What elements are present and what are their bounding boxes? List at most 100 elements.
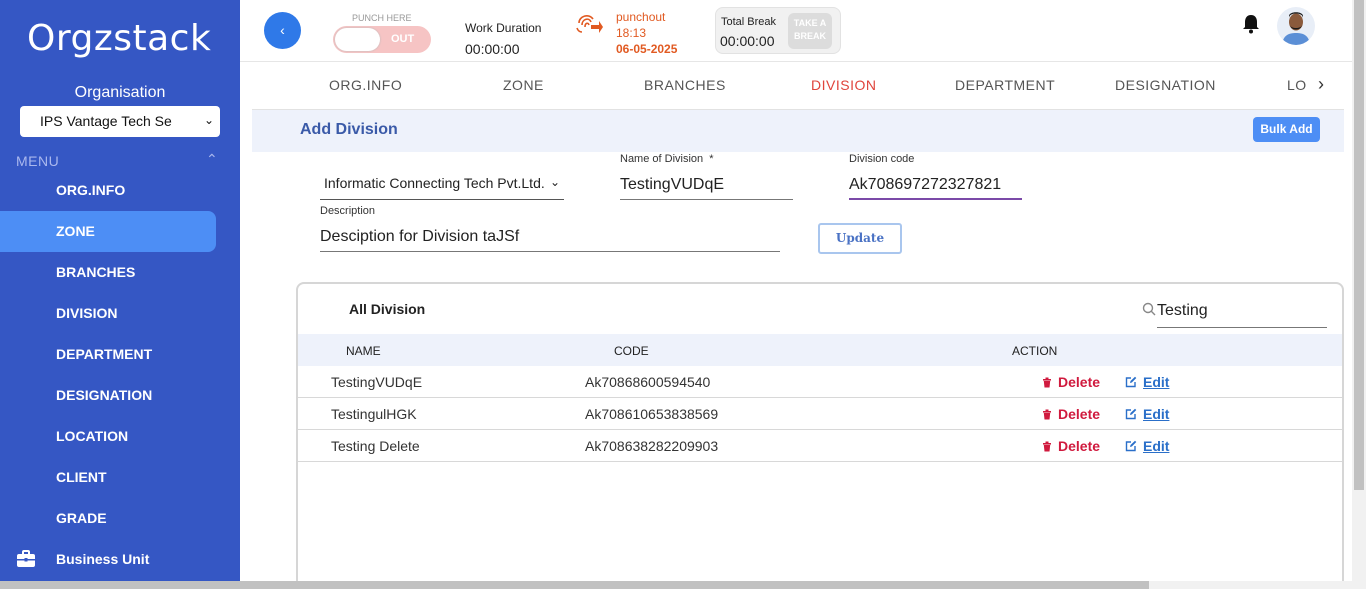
- edit-button[interactable]: Edit: [1125, 438, 1169, 454]
- organisation-select[interactable]: IPS Vantage Tech Se ⌄: [20, 106, 220, 137]
- table-header: NAME CODE ACTION: [298, 334, 1342, 366]
- sidebar-item-label: DIVISION: [56, 305, 118, 321]
- toggle-knob: [335, 28, 380, 51]
- horizontal-scrollbar[interactable]: [0, 581, 1352, 589]
- vertical-scrollbar-thumb[interactable]: [1354, 0, 1364, 490]
- table-row: TestingulHGK Ak708610653838569 Delete Ed…: [298, 398, 1342, 430]
- division-name-label: Name of Division *: [620, 153, 714, 165]
- take-break-button[interactable]: TAKE A BREAK: [788, 13, 832, 49]
- update-button[interactable]: Update: [818, 223, 902, 254]
- punchout-label: punchout: [616, 10, 666, 24]
- row-code: Ak70868600594540: [585, 374, 711, 390]
- sidebar-item-location[interactable]: LOCATION: [0, 416, 216, 457]
- add-division-header: Add Division Bulk Add: [252, 110, 1344, 152]
- organisation-select-value: IPS Vantage Tech Se: [40, 113, 172, 129]
- punchout-time: 18:13: [616, 26, 647, 40]
- trash-icon: [1043, 377, 1051, 388]
- sidebar-item-division[interactable]: DIVISION: [0, 293, 216, 334]
- delete-label: Delete: [1058, 374, 1101, 390]
- sidebar-item-zone[interactable]: ZONE: [0, 211, 216, 252]
- sidebar-item-department[interactable]: DEPARTMENT: [0, 334, 216, 375]
- search-input[interactable]: Testing: [1157, 300, 1327, 328]
- trash-icon: [1043, 409, 1051, 420]
- division-code-label: Division code: [849, 153, 915, 165]
- chevron-down-icon: ⌄: [549, 175, 560, 189]
- table-title: All Division: [349, 301, 426, 317]
- sidebar-item-client[interactable]: CLIENT: [0, 457, 216, 498]
- description-input[interactable]: Desciption for Division taJSf: [320, 224, 780, 252]
- sidebar-item-org-info[interactable]: ORG.INFO: [0, 170, 216, 211]
- division-table-card: All Division Testing NAME CODE ACTION Te…: [296, 282, 1344, 589]
- edit-icon: [1125, 408, 1137, 420]
- edit-label: Edit: [1143, 438, 1170, 454]
- take-break-line2: BREAK: [793, 31, 826, 41]
- edit-icon: [1125, 440, 1137, 452]
- take-break-line1: TAKE A: [793, 18, 827, 28]
- tab-location[interactable]: LO: [1287, 77, 1307, 93]
- edit-label: Edit: [1143, 406, 1170, 422]
- tab-division[interactable]: DIVISION: [811, 77, 876, 93]
- total-break-value: 00:00:00: [720, 33, 775, 49]
- fingerprint-icon: [576, 14, 603, 33]
- sidebar-item-grade[interactable]: GRADE: [0, 498, 216, 539]
- sidebar-item-label: ZONE: [56, 223, 95, 239]
- chevron-right-icon[interactable]: ›: [1318, 74, 1324, 95]
- division-name-input[interactable]: TestingVUDqE: [620, 172, 793, 200]
- delete-button[interactable]: Delete: [1042, 406, 1100, 422]
- row-name: TestingVUDqE: [331, 374, 423, 390]
- row-name: TestingulHGK: [331, 406, 417, 422]
- column-header-name: NAME: [346, 344, 381, 358]
- edit-label: Edit: [1143, 374, 1170, 390]
- sidebar-item-designation[interactable]: DESIGNATION: [0, 375, 216, 416]
- tab-designation[interactable]: DESIGNATION: [1115, 77, 1216, 93]
- edit-button[interactable]: Edit: [1125, 406, 1169, 422]
- required-asterisk: *: [709, 153, 714, 165]
- edit-icon: [1125, 376, 1137, 388]
- division-code-input[interactable]: Ak70869727232782​1: [849, 172, 1022, 200]
- page-title: Add Division: [300, 121, 398, 138]
- table-row: TestingVUDqE Ak70868600594540 Delete Edi…: [298, 366, 1342, 398]
- division-name-label-text: Name of Division: [620, 153, 704, 165]
- column-header-code: CODE: [614, 344, 649, 358]
- vertical-scrollbar[interactable]: [1352, 0, 1366, 589]
- row-code: Ak708638282209903: [585, 438, 719, 454]
- sidebar-item-label: DEPARTMENT: [56, 346, 153, 362]
- horizontal-scrollbar-thumb[interactable]: [0, 581, 1149, 589]
- chevron-down-icon: ⌄: [203, 113, 214, 127]
- punch-here-label: PUNCH HERE: [352, 13, 412, 23]
- sidebar-item-label: LOCATION: [56, 428, 129, 444]
- chevron-up-icon[interactable]: ⌃: [206, 151, 218, 168]
- total-break-label: Total Break: [721, 16, 777, 28]
- delete-button[interactable]: Delete: [1042, 438, 1100, 454]
- briefcase-icon: [17, 550, 35, 567]
- work-duration-value: 00:00:00: [465, 41, 520, 57]
- description-label: Description: [320, 205, 376, 217]
- tab-org-info[interactable]: ORG.INFO: [329, 77, 402, 93]
- bulk-add-button[interactable]: Bulk Add: [1253, 117, 1320, 142]
- sidebar-item-label: CLIENT: [56, 469, 107, 485]
- avatar[interactable]: [1277, 7, 1315, 45]
- delete-button[interactable]: Delete: [1042, 374, 1100, 390]
- search-icon: [1142, 302, 1156, 316]
- sidebar-item-label: Business Unit: [56, 551, 150, 567]
- punch-toggle[interactable]: OUT: [333, 26, 431, 53]
- sidebar-item-label: BRANCHES: [56, 264, 136, 280]
- bell-icon[interactable]: [1242, 14, 1260, 34]
- sidebar: Orgzstack Organisation IPS Vantage Tech …: [0, 0, 240, 581]
- app-root: Orgzstack Organisation IPS Vantage Tech …: [0, 0, 1366, 589]
- edit-button[interactable]: Edit: [1125, 374, 1169, 390]
- row-name: Testing Delete: [331, 438, 420, 454]
- tab-branches[interactable]: BRANCHES: [644, 77, 726, 93]
- back-button[interactable]: ‹: [264, 12, 301, 49]
- top-bar: ‹ PUNCH HERE OUT Work Duration 00:00:00 …: [240, 0, 1352, 62]
- company-select-value: Informatic Connecting Tech Pvt.Ltd.: [324, 175, 545, 191]
- organisation-label: Organisation: [74, 84, 166, 101]
- tab-department[interactable]: DEPARTMENT: [955, 77, 1055, 93]
- sidebar-item-label: ORG.INFO: [56, 182, 126, 198]
- punchout-date: 06-05-2025: [616, 42, 678, 56]
- company-select[interactable]: Informatic Connecting Tech Pvt.Ltd. ⌄: [320, 170, 564, 200]
- sidebar-item-branches[interactable]: BRANCHES: [0, 252, 216, 293]
- delete-label: Delete: [1058, 438, 1101, 454]
- trash-icon: [1043, 441, 1051, 452]
- tab-zone[interactable]: ZONE: [503, 77, 544, 93]
